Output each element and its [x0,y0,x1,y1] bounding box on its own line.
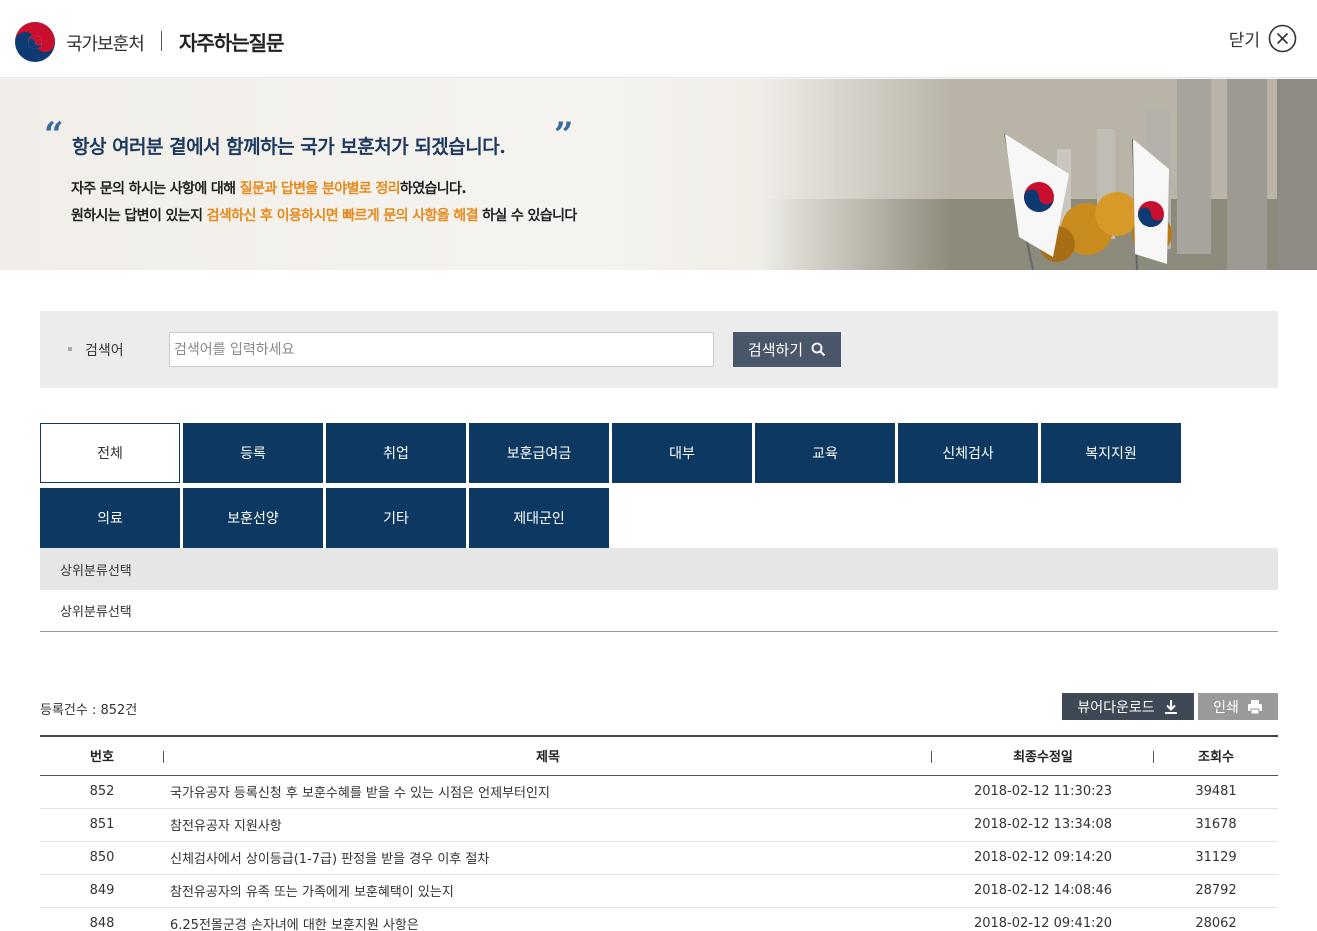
row-date: 2018-02-12 09:14:20 [932,841,1154,875]
table-row: 848 6.25전몰군경 손자녀에 대한 보훈지원 사항은 2018-02-12… [40,907,1278,931]
download-label: 뷰어다운로드 [1077,699,1155,716]
category-tab-medical[interactable]: 의료 [40,488,180,548]
row-title-link[interactable]: 6.25전몰군경 손자녀에 대한 보훈지원 사항은 [164,907,932,931]
banner-description-line1: 자주 문의 하시는 사항에 대해 질문과 답변을 분야별로 정리하였습니다. [71,178,467,198]
column-header-label: 제목 [536,750,560,766]
search-panel: 검색어 검색하기 [40,311,1278,388]
close-button[interactable]: 닫기 [1229,24,1297,53]
row-title-link[interactable]: 국가유공자 등록신청 후 보훈수혜를 받을 수 있는 시점은 언제부터인지 [164,775,932,809]
quote-open-icon: “ [44,115,64,155]
search-button[interactable]: 검색하기 [733,332,841,367]
row-date: 2018-02-12 13:34:08 [932,808,1154,842]
desc1-text-b: 하였습니다. [399,181,467,197]
category-tab-loans[interactable]: 대부 [612,423,752,483]
row-number: 849 [40,874,164,908]
category-tab-veterans[interactable]: 제대군인 [469,488,609,548]
org-name: 국가보훈처 [66,34,145,55]
table-row: 852 국가유공자 등록신청 후 보훈수혜를 받을 수 있는 시점은 언제부터인… [40,775,1278,809]
page-title: 자주하는질문 [179,31,284,55]
header: 국가보훈처 자주하는질문 닫기 [0,0,1317,78]
close-icon [1268,24,1297,53]
row-views: 31129 [1154,841,1278,875]
category-tab-employment[interactable]: 취업 [326,423,466,483]
category-tab-registration[interactable]: 등록 [183,423,323,483]
row-number: 848 [40,907,164,931]
table-row: 851 참전유공자 지원사항 2018-02-12 13:34:08 31678 [40,808,1278,842]
category-tab-welfare[interactable]: 복지지원 [1041,423,1181,483]
desc2-highlight: 검색하신 후 이용하시면 빠르게 문의 사항을 해결 [206,208,479,224]
row-number: 852 [40,775,164,809]
column-header-label: 번호 [90,750,114,766]
header-divider [161,31,162,51]
printer-icon [1247,699,1262,714]
search-input[interactable] [169,332,714,367]
subcategory-row[interactable]: 상위분류선택 [40,590,1278,632]
category-tab-education[interactable]: 교육 [755,423,895,483]
table-header-row: 번호 제목 최종수정일 조회수 [40,735,1278,776]
column-header-views: 조회수 [1154,735,1278,776]
row-title-link[interactable]: 참전유공자의 유족 또는 가족에게 보훈혜택이 있는지 [164,874,932,908]
column-header-label: 최종수정일 [1013,750,1073,766]
desc1-text-a: 자주 문의 하시는 사항에 대해 [71,181,240,197]
subcategory-row[interactable]: 상위분류선택 [40,548,1278,590]
table-row: 850 신체검사에서 상이등급(1-7급) 판정을 받을 경우 이후 절차 20… [40,841,1278,875]
category-tab-other[interactable]: 기타 [326,488,466,548]
close-label: 닫기 [1228,31,1260,51]
desc2-text-a: 원하시는 답변이 있는지 [71,208,207,224]
column-header-title: 제목 [164,735,932,776]
row-views: 28062 [1154,907,1278,931]
row-date: 2018-02-12 09:41:20 [932,907,1154,931]
memorial-banner-image [757,79,1317,270]
row-views: 28792 [1154,874,1278,908]
total-count: 등록건수 : 852건 [40,703,138,718]
viewer-download-button[interactable]: 뷰어다운로드 [1062,693,1194,720]
desc1-highlight: 질문과 답변을 분야별로 정리 [239,181,401,197]
row-number: 850 [40,841,164,875]
row-views: 31678 [1154,808,1278,842]
government-emblem-logo [15,22,55,62]
download-icon [1164,699,1177,714]
faq-table: 번호 제목 최종수정일 조회수 852 국가유공자 등록신청 후 보훈수혜를 받… [40,735,1278,931]
banner-slogan: 항상 여러분 곁에서 함께하는 국가 보훈처가 되겠습니다. [72,136,506,158]
bullet-icon [68,347,72,351]
row-title-link[interactable]: 신체검사에서 상이등급(1-7급) 판정을 받을 경우 이후 절차 [164,841,932,875]
category-tab-physical-exam[interactable]: 신체검사 [898,423,1038,483]
row-date: 2018-02-12 14:08:46 [932,874,1154,908]
search-label: 검색어 [85,343,124,359]
table-row: 849 참전유공자의 유족 또는 가족에게 보훈혜택이 있는지 2018-02-… [40,874,1278,908]
quote-close-icon: ” [554,115,574,155]
print-label: 인쇄 [1213,699,1239,716]
print-button[interactable]: 인쇄 [1198,693,1278,720]
row-title-link[interactable]: 참전유공자 지원사항 [164,808,932,842]
column-header-no: 번호 [40,735,164,776]
row-views: 39481 [1154,775,1278,809]
category-tab-all[interactable]: 전체 [40,423,180,483]
banner-description-line2: 원하시는 답변이 있는지 검색하신 후 이용하시면 빠르게 문의 사항을 해결 … [71,205,577,225]
category-tab-commemoration[interactable]: 보훈선양 [183,488,323,548]
search-button-label: 검색하기 [747,341,804,359]
row-number: 851 [40,808,164,842]
row-date: 2018-02-12 11:30:23 [932,775,1154,809]
search-icon [811,342,826,357]
desc2-text-b: 하실 수 있습니다 [477,208,577,224]
category-tab-benefits[interactable]: 보훈급여금 [469,423,609,483]
column-header-date: 최종수정일 [932,735,1154,776]
hero-banner: “ 항상 여러분 곁에서 함께하는 국가 보훈처가 되겠습니다. ” 자주 문의… [0,79,1317,270]
